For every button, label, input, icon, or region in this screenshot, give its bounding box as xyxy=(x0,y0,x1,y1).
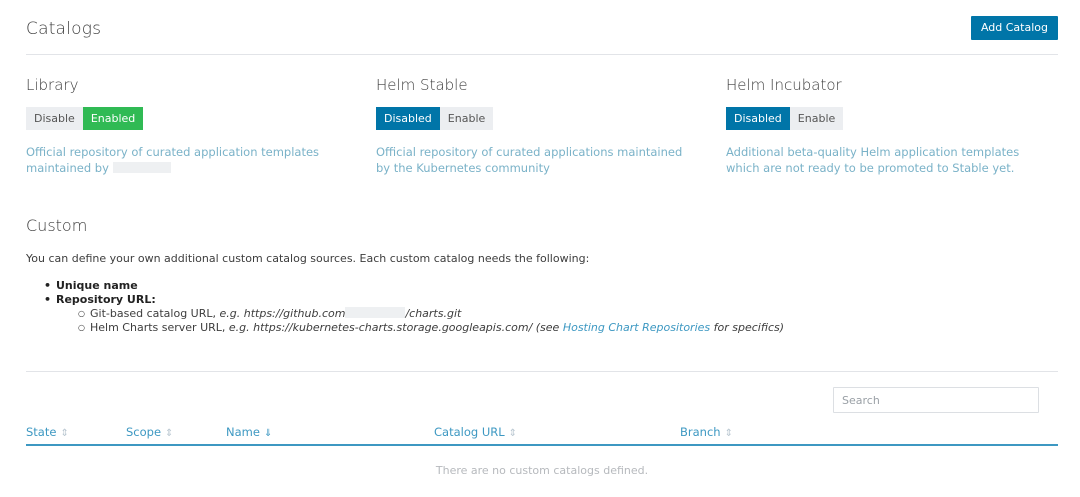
sort-icon: ⇕ xyxy=(165,428,174,439)
empty-table-message: There are no custom catalogs defined. xyxy=(435,464,649,477)
catalog-helm-stable: Helm Stable Disabled Enable Official rep… xyxy=(376,76,696,176)
catalog-description: Additional beta-quality Helm application… xyxy=(726,145,1020,175)
custom-description: You can define your own additional custo… xyxy=(26,252,590,265)
list-item: Helm Charts server URL, e.g. https://kub… xyxy=(78,321,784,335)
catalog-toggle: Disabled Enable xyxy=(376,107,696,130)
catalog-toggle: Disable Enabled xyxy=(26,107,346,130)
search-input[interactable] xyxy=(833,387,1039,413)
catalog-library: Library Disable Enabled Official reposit… xyxy=(26,76,346,176)
custom-section-title: Custom xyxy=(26,216,88,235)
disable-button[interactable]: Disable xyxy=(26,107,83,130)
catalog-helm-incubator: Helm Incubator Disabled Enable Additiona… xyxy=(726,76,1046,176)
url-sublist: Git-based catalog URL, e.g. https://gith… xyxy=(56,307,784,335)
column-header-catalog-url[interactable]: Catalog URL ⇕ xyxy=(434,425,517,439)
column-header-branch[interactable]: Branch ⇕ xyxy=(680,425,733,439)
list-item: Unique name xyxy=(44,279,784,293)
sort-icon: ⇕ xyxy=(724,428,733,439)
redacted-block xyxy=(112,162,171,173)
requirements-list: Unique name Repository URL: Git-based ca… xyxy=(44,279,784,335)
enable-button[interactable]: Enable xyxy=(439,107,494,130)
redacted-block xyxy=(345,307,406,318)
list-item: Git-based catalog URL, e.g. https://gith… xyxy=(78,307,784,321)
disabled-button[interactable]: Disabled xyxy=(726,107,790,130)
column-header-state[interactable]: State ⇕ xyxy=(26,425,69,439)
enabled-button[interactable]: Enabled xyxy=(82,107,144,130)
catalog-name: Helm Incubator xyxy=(726,76,842,94)
catalog-name: Library xyxy=(26,76,79,94)
column-header-scope[interactable]: Scope ⇕ xyxy=(126,425,173,439)
add-catalog-button[interactable]: Add Catalog xyxy=(970,16,1058,40)
table-header: State ⇕ Scope ⇕ Name ⇓ Catalog URL ⇕ Branch ⇕ xyxy=(26,420,1058,446)
page-title: Catalogs xyxy=(26,19,102,39)
list-item: Repository URL: Git-based catalog URL, e… xyxy=(44,293,784,335)
sort-down-icon: ⇓ xyxy=(263,428,273,439)
enable-button[interactable]: Enable xyxy=(789,107,844,130)
column-header-name[interactable]: Name ⇓ xyxy=(226,425,272,439)
sort-icon: ⇕ xyxy=(508,428,518,439)
catalog-name: Helm Stable xyxy=(376,76,468,94)
page-header: Catalogs Add Catalog xyxy=(26,0,1058,55)
catalog-description: Official repository of curated applicati… xyxy=(26,145,320,175)
hosting-chart-repositories-link[interactable]: Hosting Chart Repositories xyxy=(563,321,710,334)
catalog-description: Official repository of curated applicati… xyxy=(376,145,683,175)
disabled-button[interactable]: Disabled xyxy=(376,107,440,130)
catalog-toggle: Disabled Enable xyxy=(726,107,1046,130)
sort-icon: ⇕ xyxy=(60,428,69,439)
section-divider xyxy=(26,371,1058,372)
